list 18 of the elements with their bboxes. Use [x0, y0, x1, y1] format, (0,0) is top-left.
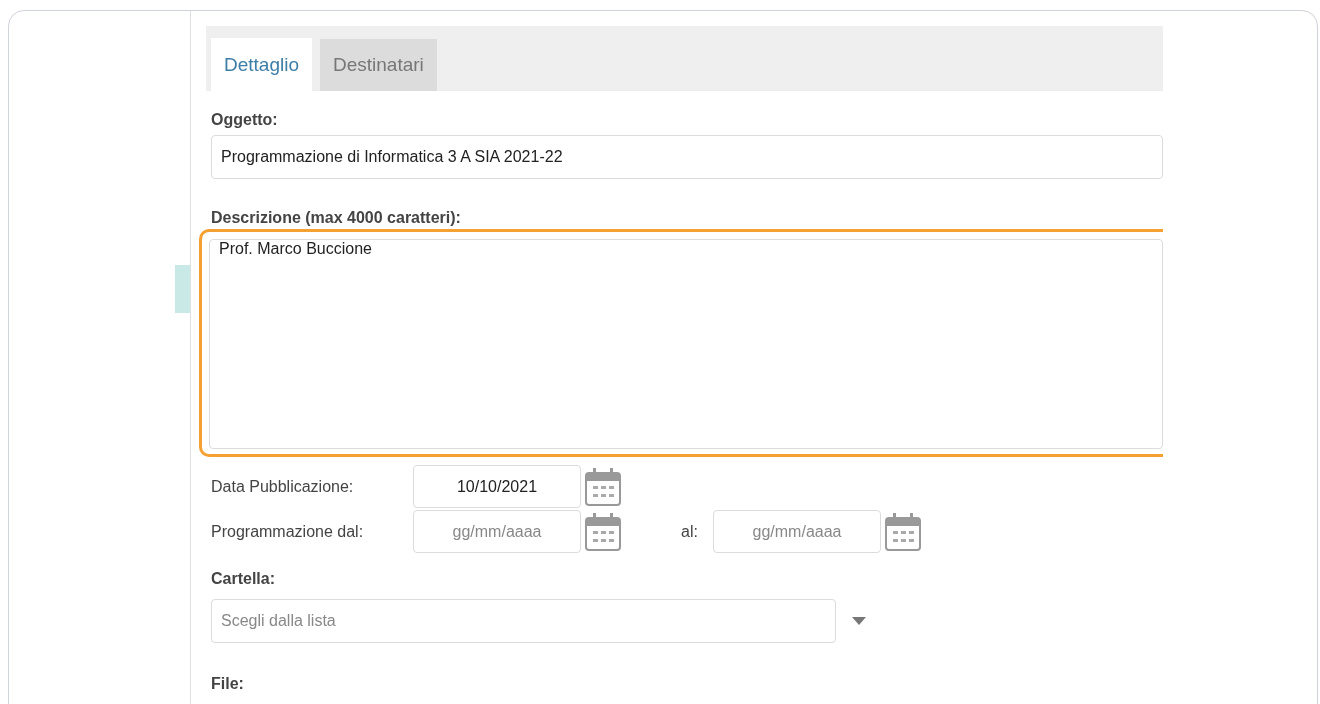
field-label: File: [211, 675, 245, 693]
calendar-icon[interactable] [584, 511, 622, 552]
calendar-icon[interactable] [584, 466, 622, 507]
field-label: Programmazione dal: [211, 522, 365, 541]
field-label: al: [681, 522, 699, 541]
calendar-icon[interactable] [884, 511, 922, 552]
date-field[interactable]: 10/10/2021 [413, 465, 581, 508]
field-label: Descrizione (max 4000 caratteri): [211, 209, 462, 228]
field-label: Oggetto: [211, 111, 279, 130]
date-field[interactable]: gg/mm/aaaa [413, 510, 581, 553]
folder-select[interactable]: Scegli dalla lista [211, 599, 836, 643]
field-label: Cartella: [211, 570, 277, 589]
field-label: Data Pubblicazione: [211, 477, 355, 496]
caret-icon[interactable] [852, 617, 866, 625]
subject-field[interactable]: Programmazione di Informatica 3 A SIA 2021-22 [211, 135, 1163, 179]
date-field[interactable]: gg/mm/aaaa [713, 510, 881, 553]
tab[interactable]: Dettaglio [211, 38, 312, 91]
description-field[interactable]: Prof. Marco Buccione [209, 239, 1163, 449]
